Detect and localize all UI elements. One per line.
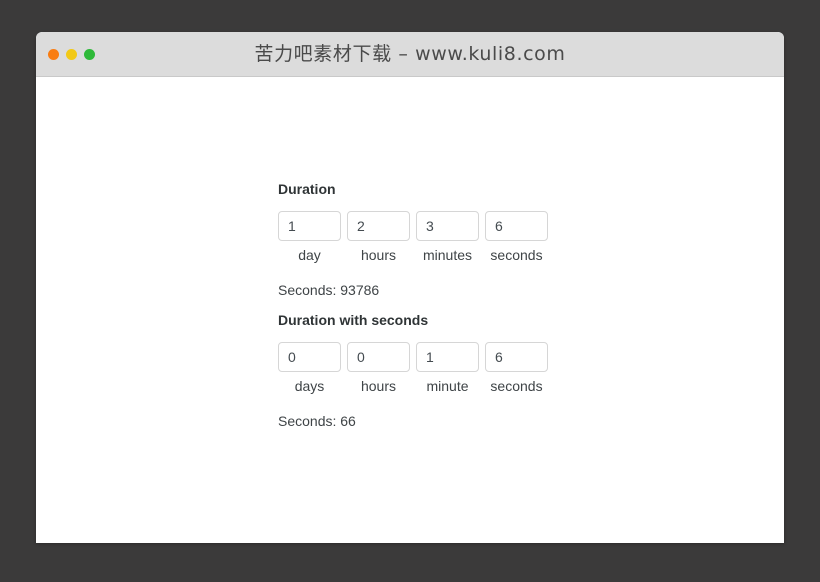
duration-unit-seconds: seconds — [485, 211, 548, 264]
minutes-label: minutes — [423, 246, 472, 264]
window-controls — [48, 32, 95, 76]
hours-input[interactable] — [347, 211, 410, 241]
hours-label: hours — [361, 246, 396, 264]
duration-picker-content: Duration day hours minutes — [278, 181, 698, 429]
duration-with-seconds-unit-days: days — [278, 342, 341, 395]
seconds-input-2[interactable] — [485, 342, 548, 372]
days-input-2[interactable] — [278, 342, 341, 372]
days-label: day — [298, 246, 321, 264]
section-title-duration-with-seconds: Duration with seconds — [278, 312, 698, 328]
minimize-window-button[interactable] — [66, 49, 77, 60]
duration-with-seconds-unit-seconds: seconds — [485, 342, 548, 395]
hours-input-2[interactable] — [347, 342, 410, 372]
seconds-label-2: seconds — [490, 377, 542, 395]
duration-inputs-row: day hours minutes seconds — [278, 211, 698, 264]
minutes-input-2[interactable] — [416, 342, 479, 372]
page-body: Duration day hours minutes — [36, 77, 784, 543]
duration-with-seconds-unit-hours: hours — [347, 342, 410, 395]
duration-with-seconds-unit-minutes: minute — [416, 342, 479, 395]
seconds-label: seconds — [490, 246, 542, 264]
days-label-2: days — [295, 377, 325, 395]
duration-unit-hours: hours — [347, 211, 410, 264]
window-title-bar[interactable]: 苦力吧素材下载 – www.kuli8.com — [36, 32, 784, 77]
duration-unit-days: day — [278, 211, 341, 264]
days-input[interactable] — [278, 211, 341, 241]
duration-with-seconds-inputs-row: days hours minute seconds — [278, 342, 698, 395]
duration-unit-minutes: minutes — [416, 211, 479, 264]
seconds-input[interactable] — [485, 211, 548, 241]
page-title: Duration — [278, 181, 698, 197]
seconds-total-output-2: Seconds: 66 — [278, 413, 698, 429]
window-title: 苦力吧素材下载 – www.kuli8.com — [36, 32, 784, 76]
minutes-input[interactable] — [416, 211, 479, 241]
browser-window: 苦力吧素材下载 – www.kuli8.com Duration day hou… — [36, 32, 784, 543]
close-window-button[interactable] — [48, 49, 59, 60]
maximize-window-button[interactable] — [84, 49, 95, 60]
duration-section: Duration day hours minutes — [278, 181, 698, 298]
minutes-label-2: minute — [426, 377, 468, 395]
duration-with-seconds-section: Duration with seconds days hours minute — [278, 312, 698, 429]
seconds-total-output: Seconds: 93786 — [278, 282, 698, 298]
hours-label-2: hours — [361, 377, 396, 395]
